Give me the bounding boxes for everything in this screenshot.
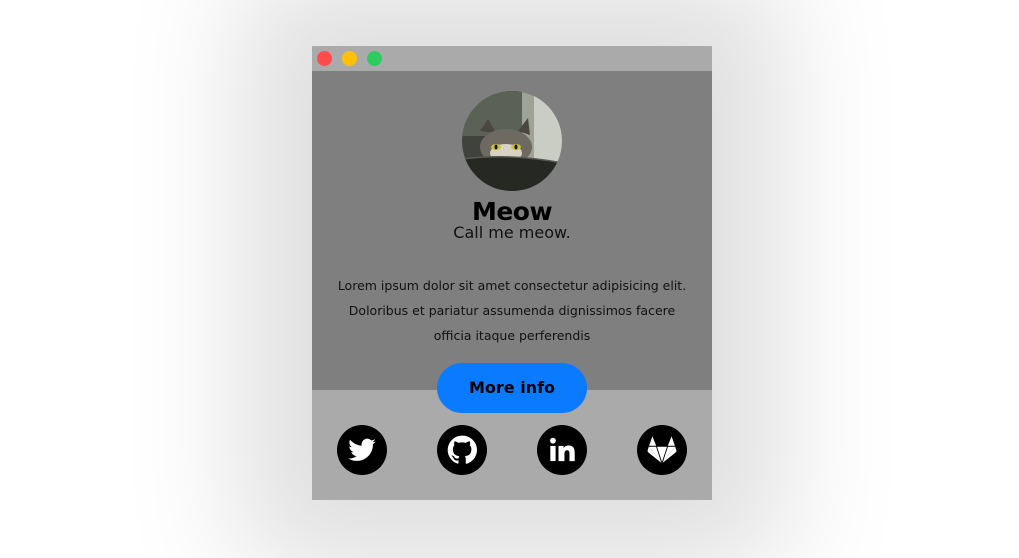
minimize-window-button[interactable] (342, 51, 357, 66)
twitter-link[interactable] (337, 425, 387, 475)
linkedin-icon (550, 437, 575, 462)
window-titlebar (312, 46, 712, 71)
cat-photo-icon (462, 91, 562, 191)
more-info-button[interactable]: More info (437, 363, 587, 413)
social-links (312, 425, 712, 475)
profile-card: Meow Call me meow. Lorem ipsum dolor sit… (312, 46, 712, 500)
profile-panel: Meow Call me meow. Lorem ipsum dolor sit… (312, 71, 712, 390)
maximize-window-button[interactable] (367, 51, 382, 66)
profile-tagline: Call me meow. (453, 223, 571, 242)
close-window-button[interactable] (317, 51, 332, 66)
linkedin-link[interactable] (537, 425, 587, 475)
profile-description: Lorem ipsum dolor sit amet consectetur a… (337, 278, 687, 343)
github-link[interactable] (437, 425, 487, 475)
profile-name: Meow (471, 197, 553, 226)
twitter-icon (348, 438, 376, 461)
gitlab-icon (647, 436, 677, 465)
avatar (462, 91, 562, 191)
github-icon (447, 435, 477, 464)
gitlab-link[interactable] (637, 425, 687, 475)
